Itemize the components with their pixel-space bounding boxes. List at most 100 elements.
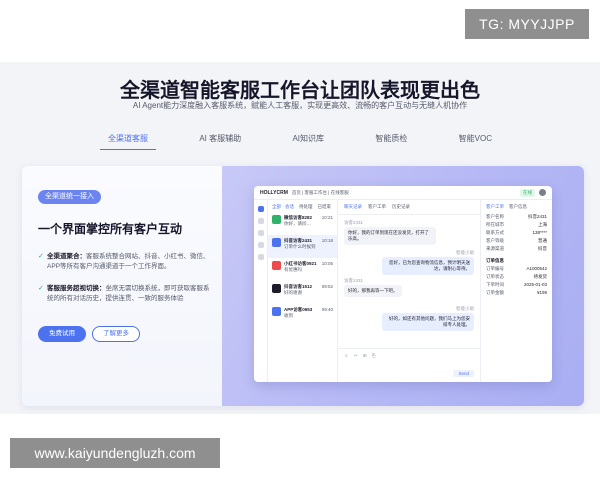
channel-icon [272, 215, 281, 224]
message-outgoing: 智能小助 好的，如还有其他问题，我们马上为您安排专人处理。 [382, 306, 474, 331]
chat-tabs: 聊天记录 客户工单 历史记录 [338, 200, 480, 215]
feature-tabs: 全渠道客服 AI 客服辅助 AI知识库 智能质检 智能VOC [100, 132, 500, 150]
field-label: 客户等级 [486, 238, 504, 243]
conversation-item[interactable]: 小红书访客0921 有优惠吗 10:05 [268, 258, 337, 281]
message-bubble: 你好，我的订单到现在还没发货，打开了乐高。 [344, 227, 436, 245]
settings-icon[interactable] [257, 254, 264, 260]
side-tabs: 客户工单 客户信息 [486, 204, 547, 210]
conversation-item[interactable]: 抖音访客1512 好的谢谢 09:52 [268, 281, 337, 304]
field-value: A1000542 [526, 266, 547, 271]
conversation-item[interactable]: APP访客0653 收到 09:40 [268, 304, 337, 327]
message-bubble: 好的，如还有其他问题，我们马上为您安排专人处理。 [382, 313, 474, 331]
message-incoming: 访客2431 你好，我的订单到现在还没发货，打开了乐高。 [344, 220, 436, 245]
app-nav-rail [254, 200, 268, 382]
feature-card-text: 全渠道统一接入 一个界面掌控所有客户互动 ✓ 全渠道聚合：客服系统整合网站、抖音… [22, 166, 222, 406]
info-field: 联系方式 138**** [486, 230, 547, 238]
message-meta: 智能小助 [456, 306, 474, 311]
info-field: 所在城市 上海 [486, 222, 547, 230]
free-trial-button[interactable]: 免费试用 [38, 326, 86, 342]
field-value: 2025-01-03 [523, 282, 547, 287]
conversation-time: 09:52 [321, 284, 333, 289]
info-field: 订单编号 A1000542 [486, 266, 547, 274]
feature-card: 全渠道统一接入 一个界面掌控所有客户互动 ✓ 全渠道聚合：客服系统整合网站、抖音… [22, 166, 584, 406]
field-value: ¥199 [536, 290, 547, 295]
conversation-preview: 订单什么时候到 [284, 244, 316, 249]
channel-icon [272, 261, 281, 270]
tab-ai-assist[interactable]: AI 客服辅助 [191, 132, 249, 150]
field-value: 普通 [538, 238, 547, 243]
tab-omnichannel[interactable]: 全渠道客服 [100, 132, 156, 150]
conversation-preview: 你好，请问… [284, 221, 311, 226]
tab-voc[interactable]: 智能VOC [451, 132, 500, 150]
conversation-name: 抖音访客1512 [284, 284, 313, 289]
conversation-time: 10:05 [321, 261, 333, 266]
field-value: 138**** [532, 230, 547, 235]
feature-badge: 全渠道统一接入 [38, 190, 101, 204]
conversation-name: 抖音访客2431 [284, 238, 313, 243]
customer-fields: 客户名称 抖音2431 所在城市 上海 联系方式 138**** 客户等级 普通 来源渠道 抖音 [486, 214, 547, 254]
conversation-time: 10:18 [321, 238, 333, 243]
tab-pending[interactable]: 待处理 [299, 204, 313, 210]
hero-section: 全渠道智能客服工作台让团队表现更出色 AI Agent能力深度融入客服系统，赋能… [0, 62, 600, 414]
tab-history[interactable]: 历史记录 [392, 204, 410, 210]
channel-icon [272, 238, 281, 247]
info-field: 客户等级 普通 [486, 238, 547, 246]
check-icon: ✓ [38, 253, 44, 260]
order-fields: 订单编号 A1000542 订单状态 待发货 下单时间 2025-01-03 订单金额 ¥19… [486, 266, 547, 298]
order-section-title: 订单信息 [486, 258, 504, 263]
tab-customer-ticket[interactable]: 客户工单 [368, 204, 386, 210]
conversation-items: 微信访客8282 你好，请问… 10:21 抖音访客2431 订单什么时候到 10:18 小… [268, 212, 337, 327]
feature-item: ✓ 全渠道聚合：客服系统整合网站、抖音、小红书、微信、APP等所有客户沟通渠道于… [38, 252, 214, 272]
contacts-icon[interactable] [257, 218, 264, 224]
status-badge[interactable]: 在线 [520, 188, 535, 197]
list-tabs: 全部 · 会话 待处理 已结束 [268, 200, 337, 212]
message-incoming: 访客2431 好的，那我再等一下吧。 [344, 278, 402, 297]
field-label: 订单编号 [486, 266, 504, 271]
info-field: 下单时间 2025-01-03 [486, 282, 547, 290]
feature-lead: 全渠道聚合： [47, 253, 86, 260]
page-subtitle: AI Agent能力深度融入客服系统，赋能人工客服，实现更高效、流畅的客户互动与… [132, 101, 468, 110]
tab-quality-check[interactable]: 智能质检 [367, 132, 415, 150]
feature-item: ✓ 客服服务超视切换：坐席无需切换系统，即可获取客服系统的所有对话历史，提供连贯… [38, 284, 214, 304]
workbench-mockup: HOLLYCRM 首页 | 客服工作台 | 在线客服 在线 全部 · 会话 待处… [254, 186, 552, 382]
channel-icon [272, 284, 281, 293]
channel-icon [272, 307, 281, 316]
message-composer[interactable]: ☺ ✂ ⊞ ⎘ Send [338, 348, 480, 382]
watermark-top: TG: MYYJJPP [465, 9, 589, 39]
tab-closed[interactable]: 已结束 [318, 204, 332, 210]
field-label: 来源渠道 [486, 246, 504, 251]
message-bubble: 您好，已为您查询物流信息，预计明天送达，请耐心等待。 [382, 257, 474, 275]
product-screenshot-area: HOLLYCRM 首页 | 客服工作台 | 在线客服 在线 全部 · 会话 待处… [222, 166, 584, 406]
info-field: 订单状态 待发货 [486, 274, 547, 282]
page-title: 全渠道智能客服工作台让团队表现更出色 [120, 80, 480, 102]
app-logo: HOLLYCRM [260, 189, 288, 196]
field-label: 下单时间 [486, 282, 504, 287]
conversation-name: 小红书访客0921 [284, 261, 317, 266]
learn-more-button[interactable]: 了解更多 [92, 326, 140, 342]
message-meta: 智能小助 [456, 250, 474, 255]
report-icon[interactable] [257, 242, 264, 248]
conversation-preview: 收到 [284, 313, 293, 318]
chat-panel: 聊天记录 客户工单 历史记录 访客2431 你好，我的订单到现在还没发货，打开了… [338, 200, 480, 382]
chat-icon[interactable] [257, 206, 264, 212]
info-field: 来源渠道 抖音 [486, 246, 547, 254]
tab-chat-history[interactable]: 聊天记录 [344, 204, 362, 210]
message-meta: 访客2431 [344, 278, 364, 283]
conversation-item[interactable]: 抖音访客2431 订单什么时候到 10:18 [268, 235, 337, 258]
avatar[interactable] [539, 189, 546, 196]
tab-knowledge-base[interactable]: AI知识库 [284, 132, 332, 150]
tab-ticket[interactable]: 客户工单 [486, 204, 504, 210]
tab-all[interactable]: 全部 · 会话 [272, 204, 294, 210]
feature-lead: 客服服务超视切换： [47, 285, 106, 292]
conversation-item[interactable]: 微信访客8282 你好，请问… 10:21 [268, 212, 337, 235]
ticket-icon[interactable] [257, 230, 264, 236]
field-value: 抖音2431 [527, 214, 547, 219]
field-label: 订单金额 [486, 290, 504, 295]
tab-customer-info[interactable]: 客户信息 [509, 204, 527, 210]
send-button[interactable]: Send [453, 370, 474, 377]
conversation-name: 微信访客8282 [284, 215, 313, 220]
watermark-bottom: www.kaiyundengluzh.com [10, 438, 220, 468]
feature-title: 一个界面掌控所有客户互动 [38, 222, 183, 236]
composer-toolbar[interactable]: ☺ ✂ ⊞ ⎘ [338, 349, 480, 363]
field-value: 抖音 [538, 246, 547, 251]
